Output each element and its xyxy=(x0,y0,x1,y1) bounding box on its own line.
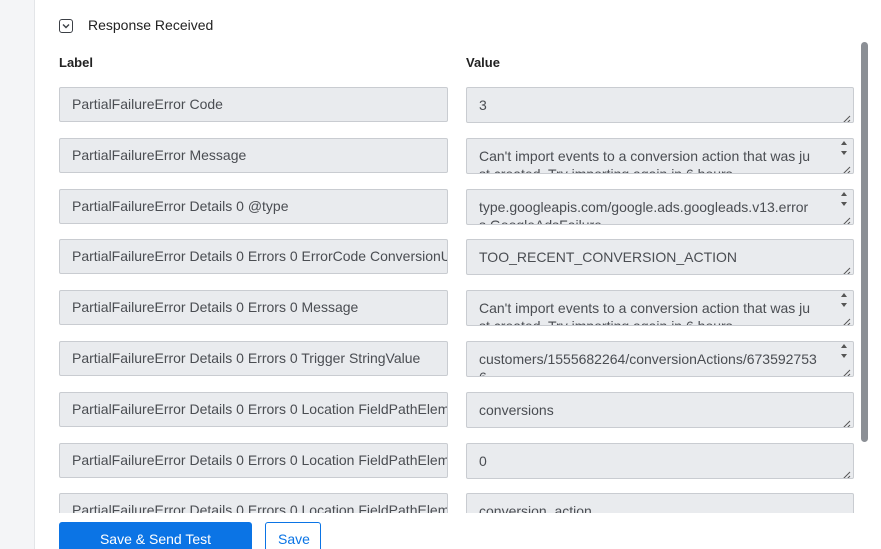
label-input[interactable]: PartialFailureError Details 0 Errors 0 L… xyxy=(59,391,448,427)
value-textarea[interactable]: 0 xyxy=(466,442,854,479)
save-button[interactable]: Save xyxy=(265,522,321,549)
value-text: TOO_RECENT_CONVERSION_ACTION xyxy=(479,249,738,266)
resize-handle-icon[interactable] xyxy=(841,313,851,326)
value-textarea[interactable]: Can't import events to a conversion acti… xyxy=(466,290,854,327)
field-row: PartialFailureError Details 0 Errors 0 L… xyxy=(35,383,857,428)
value-textarea[interactable]: 3 xyxy=(466,87,854,123)
value-text: Can't import events to a conversion acti… xyxy=(479,300,811,327)
value-text: customers/1555682264/conversionActions/6… xyxy=(479,351,817,377)
field-row: PartialFailureError Details 0 @type type.… xyxy=(35,180,857,225)
scrollbar[interactable] xyxy=(861,42,869,512)
collapse-toggle[interactable] xyxy=(59,19,73,33)
resize-handle-icon[interactable] xyxy=(841,110,851,122)
column-header-label: Label xyxy=(59,55,93,70)
label-input[interactable]: PartialFailureError Details 0 Errors 0 L… xyxy=(59,442,448,478)
value-textarea[interactable]: Can't import events to a conversion acti… xyxy=(466,137,854,174)
section-header: Response Received xyxy=(59,17,213,33)
field-row: PartialFailureError Details 0 Errors 0 L… xyxy=(35,434,857,479)
column-header-value: Value xyxy=(466,55,500,70)
value-text: type.googleapis.com/google.ads.googleads… xyxy=(479,198,809,225)
resize-handle-icon[interactable] xyxy=(841,262,851,275)
resize-handle-icon[interactable] xyxy=(841,364,851,376)
resize-handle-icon[interactable] xyxy=(841,161,851,173)
field-row: PartialFailureError Details 0 Errors 0 M… xyxy=(35,281,857,327)
scroll-arrows-icon[interactable] xyxy=(839,140,849,155)
scrollbar-thumb[interactable] xyxy=(861,42,868,442)
label-input[interactable]: PartialFailureError Details 0 Errors 0 L… xyxy=(59,493,448,513)
scroll-arrows-icon[interactable] xyxy=(839,344,849,358)
field-row: PartialFailureError Code 3 xyxy=(35,78,857,123)
value-textarea[interactable]: type.googleapis.com/google.ads.googleads… xyxy=(466,188,854,225)
scroll-arrows-icon[interactable] xyxy=(839,293,849,308)
field-row: PartialFailureError Details 0 Errors 0 T… xyxy=(35,332,857,377)
save-and-send-test-request-button[interactable]: Save & Send Test Request xyxy=(59,522,252,549)
field-list[interactable]: PartialFailureError Code 3 PartialFailureE… xyxy=(35,78,857,513)
value-textarea[interactable]: conversion_action xyxy=(466,493,854,513)
value-textarea[interactable]: TOO_RECENT_CONVERSION_ACTION xyxy=(466,239,854,276)
scroll-arrows-icon[interactable] xyxy=(839,191,849,206)
value-text: Can't import events to a conversion acti… xyxy=(479,147,811,174)
resize-handle-icon[interactable] xyxy=(841,212,851,224)
field-row: PartialFailureError Details 0 Errors 0 E… xyxy=(35,230,857,276)
resize-handle-icon[interactable] xyxy=(841,415,851,427)
label-input[interactable]: PartialFailureError Code xyxy=(59,87,448,122)
value-text: conversion_action xyxy=(479,503,592,513)
resize-handle-icon[interactable] xyxy=(841,466,851,478)
label-input[interactable]: PartialFailureError Details 0 Errors 0 M… xyxy=(59,290,448,326)
label-input[interactable]: PartialFailureError Details 0 Errors 0 E… xyxy=(59,239,448,275)
value-text: 3 xyxy=(479,97,487,113)
value-text: conversions xyxy=(479,401,554,418)
field-row: PartialFailureError Details 0 Errors 0 L… xyxy=(35,484,857,513)
chevron-down-icon xyxy=(62,24,70,29)
label-input[interactable]: PartialFailureError Message xyxy=(59,137,448,173)
value-textarea[interactable]: customers/1555682264/conversionActions/6… xyxy=(466,341,854,377)
label-input[interactable]: PartialFailureError Details 0 @type xyxy=(59,188,448,224)
section-title: Response Received xyxy=(88,17,214,33)
field-row: PartialFailureError Message Can't import … xyxy=(35,129,857,174)
value-text: 0 xyxy=(479,452,487,469)
value-textarea[interactable]: conversions xyxy=(466,391,854,428)
label-input[interactable]: PartialFailureError Details 0 Errors 0 T… xyxy=(59,341,448,376)
response-panel: Response Received Label Value PartialFai… xyxy=(34,0,881,549)
